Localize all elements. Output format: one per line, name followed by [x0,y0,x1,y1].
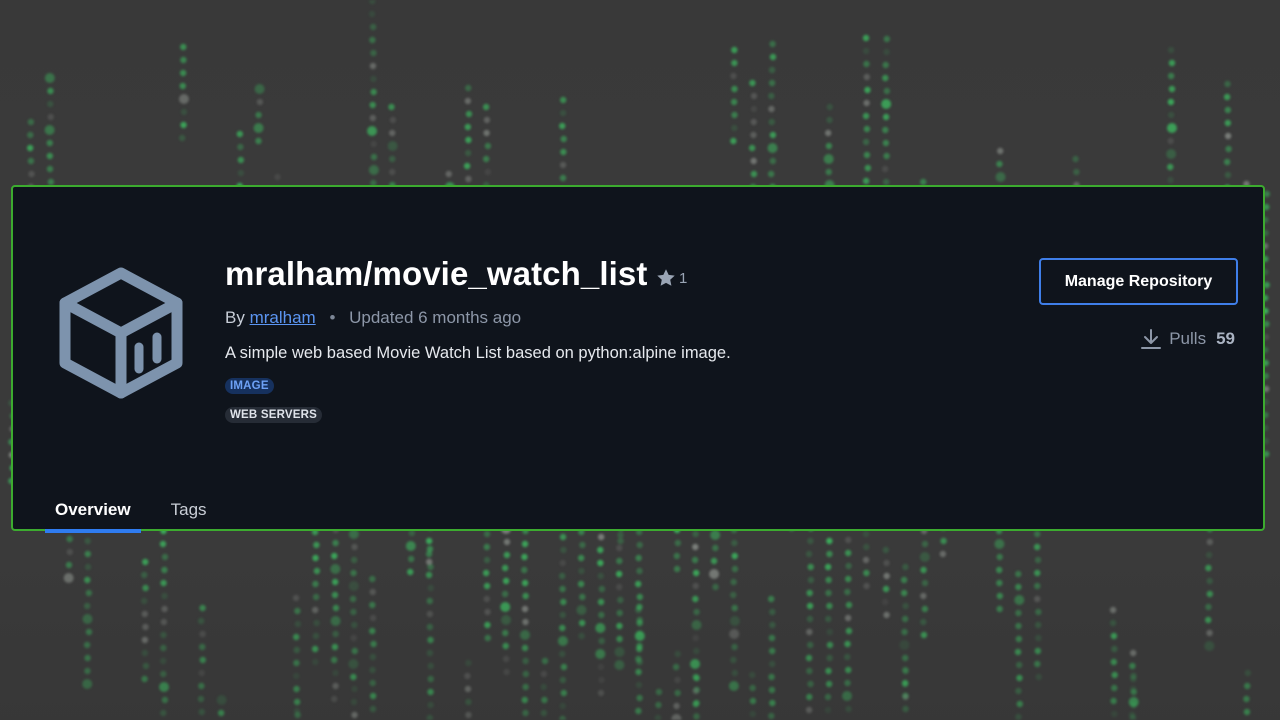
manage-repository-button[interactable]: Manage Repository [1039,258,1238,305]
author-link[interactable]: mralham [250,308,316,327]
tab-tags[interactable]: Tags [161,492,217,530]
repository-description: A simple web based Movie Watch List base… [225,344,731,362]
byline: By mralham • Updated 6 months ago [225,308,521,328]
repository-header-card: mralham/movie_watch_list 1 By mralham • … [11,185,1265,533]
star-rating[interactable]: 1 [655,267,687,289]
updated-text: Updated 6 months ago [349,308,522,327]
star-count: 1 [679,269,688,287]
pulls-label: Pulls [1169,329,1207,348]
tab-overview[interactable]: Overview [45,492,141,533]
repository-tabs: Overview Tags [45,492,237,533]
repository-box-icon [59,267,183,399]
image-badge: IMAGE [225,378,274,394]
download-icon [1141,329,1162,349]
pulls-count: 59 [1216,329,1235,348]
category-badge[interactable]: WEB SERVERS [225,407,322,423]
repository-title: mralham/movie_watch_list [225,255,648,292]
star-icon [657,269,675,286]
by-prefix: By [225,308,245,327]
separator-dot: • [329,308,336,327]
pulls-stat: Pulls 59 [1139,327,1235,351]
